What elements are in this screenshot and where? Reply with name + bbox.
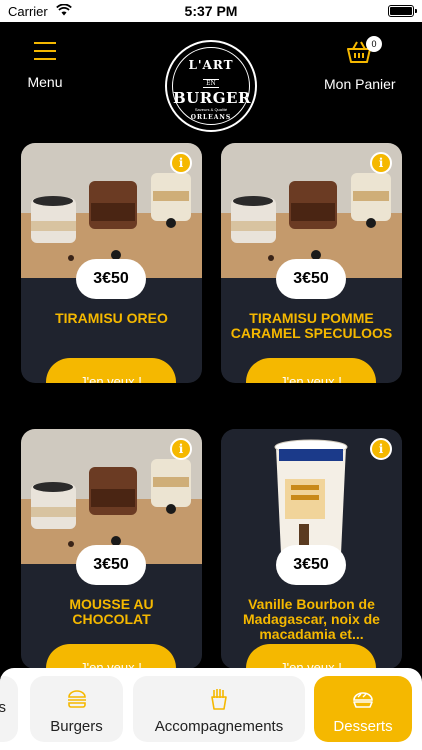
cart-label: Mon Panier: [324, 76, 396, 92]
price-badge: 3€50: [76, 545, 146, 585]
product-card[interactable]: i 3€50 TIRAMISU OREO J'en veux !: [21, 143, 202, 383]
info-icon[interactable]: i: [170, 152, 192, 174]
tab-accompagnements[interactable]: Accompagnements: [133, 676, 305, 742]
add-to-cart-button[interactable]: J'en veux !: [246, 358, 376, 383]
category-tab-bar: s Burgers Accompagnements Desserts: [0, 668, 422, 750]
hamburger-icon: [34, 42, 56, 60]
tab-previous-category[interactable]: s: [0, 676, 18, 742]
cart-count-badge: 0: [366, 36, 382, 52]
status-time: 5:37 PM: [184, 3, 238, 19]
info-icon[interactable]: i: [170, 438, 192, 460]
pie-icon: [352, 688, 374, 710]
product-name: TIRAMISU OREO: [55, 310, 168, 326]
product-name: TIRAMISU POMME CARAMEL SPECULOOS: [230, 310, 393, 341]
product-name: MOUSSE AU CHOCOLAT: [69, 596, 154, 627]
tab-label: Accompagnements: [154, 718, 284, 735]
product-card[interactable]: i 3€50 TIRAMISU POMME CARAMEL SPECULOOS …: [221, 143, 402, 383]
menu-button[interactable]: Menu: [22, 42, 68, 90]
add-to-cart-button[interactable]: J'en veux !: [46, 644, 176, 669]
battery-icon: [388, 5, 417, 17]
add-to-cart-button[interactable]: J'en veux !: [46, 358, 176, 383]
app-header: Menu L'ART EN BURGER Saveurs & Qualité O…: [0, 22, 422, 140]
product-card[interactable]: i 3€50 MOUSSE AU CHOCOLAT J'en veux !: [21, 429, 202, 669]
price-badge: 3€50: [276, 259, 346, 299]
price-badge: 3€50: [76, 259, 146, 299]
status-bar: Carrier 5:37 PM: [0, 0, 422, 22]
cart-button[interactable]: 0 Mon Panier: [324, 36, 396, 92]
brand-logo: L'ART EN BURGER Saveurs & Qualité ORLEAN…: [165, 40, 257, 132]
menu-label: Menu: [27, 74, 63, 90]
info-icon[interactable]: i: [370, 152, 392, 174]
info-icon[interactable]: i: [370, 438, 392, 460]
tab-desserts[interactable]: Desserts: [314, 676, 412, 742]
fries-icon: [208, 688, 230, 710]
price-badge: 3€50: [276, 545, 346, 585]
tab-label: Desserts: [333, 718, 393, 735]
add-to-cart-button[interactable]: J'en veux !: [246, 644, 376, 669]
burger-icon: [66, 688, 88, 710]
tab-burgers[interactable]: Burgers: [30, 676, 123, 742]
product-name: Vanille Bourbon de Madagascar, noix de m…: [243, 596, 380, 642]
product-card[interactable]: i 3€50 Vanille Bourbon de Madagascar, no…: [221, 429, 402, 669]
tab-label: Burgers: [50, 718, 103, 735]
